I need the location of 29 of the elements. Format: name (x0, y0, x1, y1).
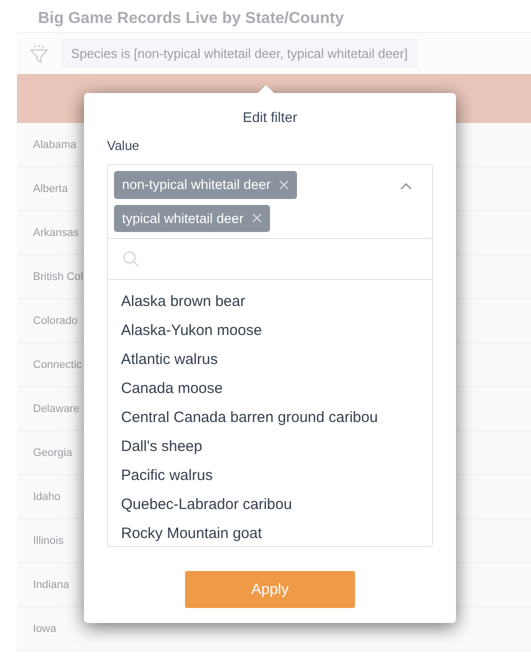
popup-title: Edit filter (242, 108, 298, 127)
option-item[interactable]: Central Canada barren ground caribou (108, 403, 432, 432)
caret-icon[interactable] (400, 182, 412, 190)
table-cell: British Col (33, 270, 84, 282)
table-cell: Idaho (33, 490, 61, 502)
table-cell: Alberta (33, 182, 68, 194)
option-item[interactable]: Canada moose (108, 374, 432, 403)
page-title: Big Game Records Live by State/County (37, 9, 345, 29)
option-item[interactable]: Pacific walrus (108, 461, 432, 490)
table-cell: Connectic (33, 358, 82, 370)
search-icon (122, 250, 140, 268)
field-label: Value (107, 137, 140, 155)
table-cell: Delaware (33, 402, 80, 414)
option-item[interactable]: Quebec-Labrador caribou (108, 490, 432, 519)
remove-icon[interactable] (278, 180, 289, 190)
table-cell: Arkansas (33, 226, 79, 238)
option-item[interactable]: Rocky Mountain goat (108, 519, 432, 546)
option-item[interactable]: Atlantic walrus (108, 345, 432, 374)
table-cell: Iowa (33, 622, 56, 634)
table-cell: Georgia (33, 446, 72, 458)
table-cell: Alabama (33, 138, 76, 150)
table-cell: Colorado (33, 314, 78, 326)
table-cell: Illinois (33, 534, 64, 546)
option-item[interactable]: Alaska-Yukon moose (108, 316, 432, 345)
funnel-icon[interactable] (29, 44, 49, 64)
option-item[interactable]: Alaska brown bear (108, 287, 432, 316)
table-cell: Indiana (33, 578, 70, 590)
remove-icon[interactable] (252, 213, 262, 224)
option-item[interactable]: Dall's sheep (108, 432, 432, 461)
